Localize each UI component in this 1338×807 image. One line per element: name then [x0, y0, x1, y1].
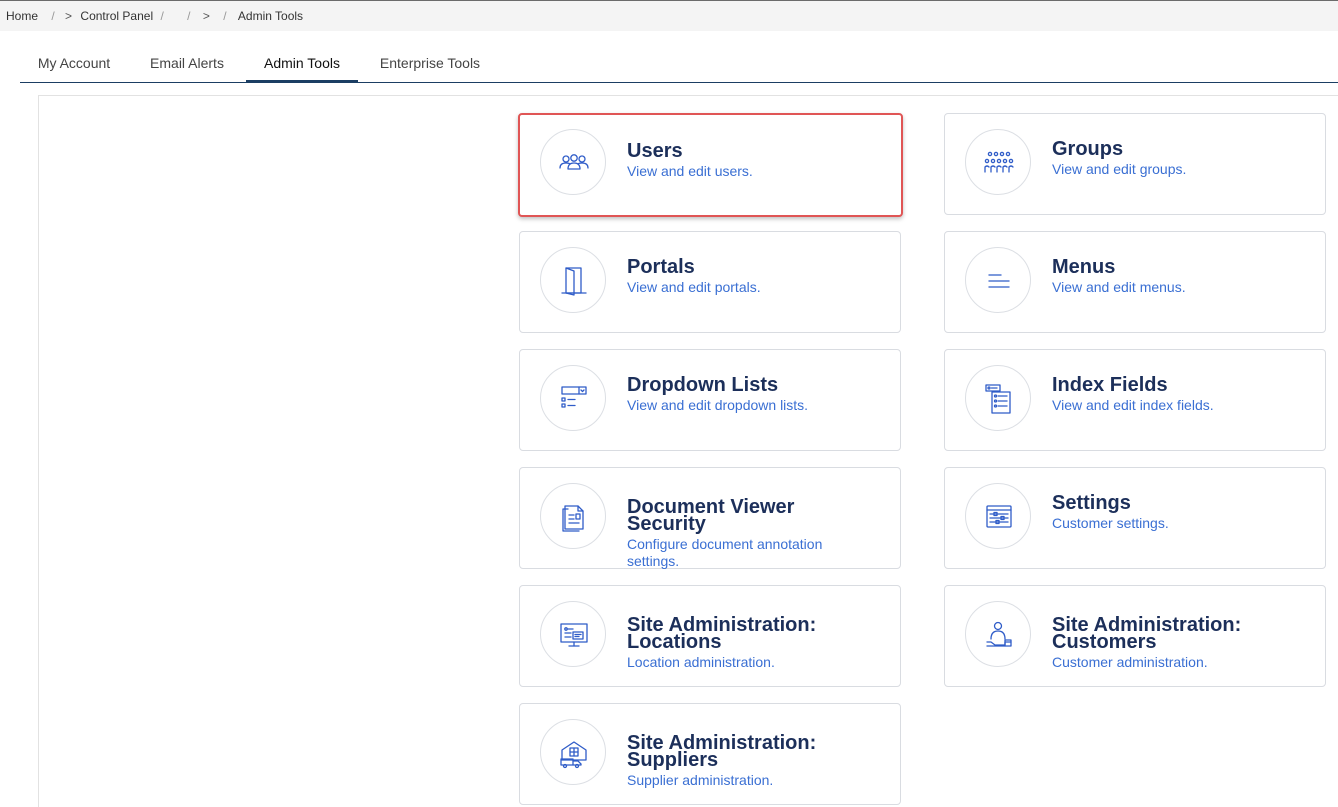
breadcrumb-separator: /: [51, 9, 55, 23]
document-viewer-security-card[interactable]: Document Viewer Security Configure docum…: [519, 467, 901, 569]
dropdown-list-icon: [561, 386, 587, 408]
site-admin-suppliers-icon-circle: [540, 719, 606, 785]
document-viewer-security-icon-circle: [540, 483, 606, 549]
groups-icon-circle: [965, 129, 1031, 195]
warehouse-truck-icon: [560, 741, 587, 769]
card-description: View and edit index fields.: [1052, 397, 1214, 413]
card-title: Groups: [1052, 138, 1124, 160]
card-description: View and edit menus.: [1052, 279, 1186, 295]
site-admin-suppliers-card[interactable]: Site Administration: Suppliers Supplier …: [519, 703, 901, 805]
tab-my-account[interactable]: My Account: [20, 46, 128, 80]
tab-admin-tools[interactable]: Admin Tools: [246, 46, 358, 82]
card-description: View and edit groups.: [1052, 161, 1187, 177]
card-title: Users: [627, 140, 683, 162]
breadcrumb-separator: /: [223, 9, 227, 23]
site-admin-customers-icon-circle: [965, 601, 1031, 667]
index-fields-icon-circle: [965, 365, 1031, 431]
breadcrumb-separator: /: [160, 9, 164, 23]
breadcrumb-chevron: >: [202, 9, 210, 23]
breadcrumb-admin-tools: Admin Tools: [237, 9, 304, 23]
settings-panel-icon: [986, 505, 1012, 528]
card-title: Index Fields: [1052, 374, 1168, 396]
monitor-icon: [560, 623, 588, 647]
breadcrumb: Home / > Control Panel / / > / Admin Too…: [0, 1, 1338, 31]
breadcrumb-home[interactable]: Home: [6, 1, 38, 31]
portals-icon-circle: [540, 247, 606, 313]
menus-card[interactable]: Menus View and edit menus.: [944, 231, 1326, 333]
breadcrumb-control-panel[interactable]: Control Panel: [80, 1, 153, 31]
breadcrumb-chevron: >: [65, 9, 73, 23]
dropdown-lists-card[interactable]: Dropdown Lists View and edit dropdown li…: [519, 349, 901, 451]
card-title: Dropdown Lists: [627, 374, 779, 396]
menus-icon-circle: [965, 247, 1031, 313]
site-admin-customers-card[interactable]: Site Administration: Customers Customer …: [944, 585, 1326, 687]
card-title: Site Administration: Suppliers: [627, 732, 817, 771]
card-description: Configure document annotation settings.: [627, 536, 823, 569]
users-icon: [559, 154, 589, 170]
index-fields-card[interactable]: Index Fields View and edit index fields.: [944, 349, 1326, 451]
card-description: Location administration.: [627, 654, 775, 670]
card-description: Customer administration.: [1052, 654, 1208, 670]
site-admin-locations-icon-circle: [540, 601, 606, 667]
tab-email-alerts[interactable]: Email Alerts: [136, 46, 238, 80]
tab-enterprise-tools[interactable]: Enterprise Tools: [366, 46, 494, 80]
portals-card[interactable]: Portals View and edit portals.: [519, 231, 901, 333]
settings-icon-circle: [965, 483, 1031, 549]
groups-icon: [984, 151, 1014, 173]
groups-card[interactable]: Groups View and edit groups.: [944, 113, 1326, 215]
card-title: Document Viewer Security: [627, 496, 795, 535]
card-title: Settings: [1052, 492, 1131, 514]
index-fields-icon: [985, 384, 1011, 414]
card-description: View and edit portals.: [627, 279, 761, 295]
card-description: Customer settings.: [1052, 515, 1169, 531]
customer-icon: [986, 621, 1012, 647]
card-description: View and edit users.: [627, 163, 753, 179]
site-admin-locations-card[interactable]: Site Administration: Locations Location …: [519, 585, 901, 687]
card-title: Menus: [1052, 256, 1116, 278]
card-description: Supplier administration.: [627, 772, 774, 788]
card-title: Site Administration: Locations: [627, 614, 817, 653]
users-card[interactable]: Users View and edit users.: [518, 113, 903, 217]
menu-lines-icon: [988, 274, 1010, 288]
users-icon-circle: [540, 129, 606, 195]
tab-bar: My Account Email Alerts Admin Tools Ente…: [20, 46, 1338, 83]
door-icon: [561, 267, 587, 296]
dropdown-lists-icon-circle: [540, 365, 606, 431]
card-title: Portals: [627, 256, 695, 278]
breadcrumb-separator: /: [187, 9, 191, 23]
card-description: View and edit dropdown lists.: [627, 397, 809, 413]
card-title: Site Administration: Customers: [1052, 614, 1242, 653]
document-security-icon: [562, 505, 584, 532]
settings-card[interactable]: Settings Customer settings.: [944, 467, 1326, 569]
